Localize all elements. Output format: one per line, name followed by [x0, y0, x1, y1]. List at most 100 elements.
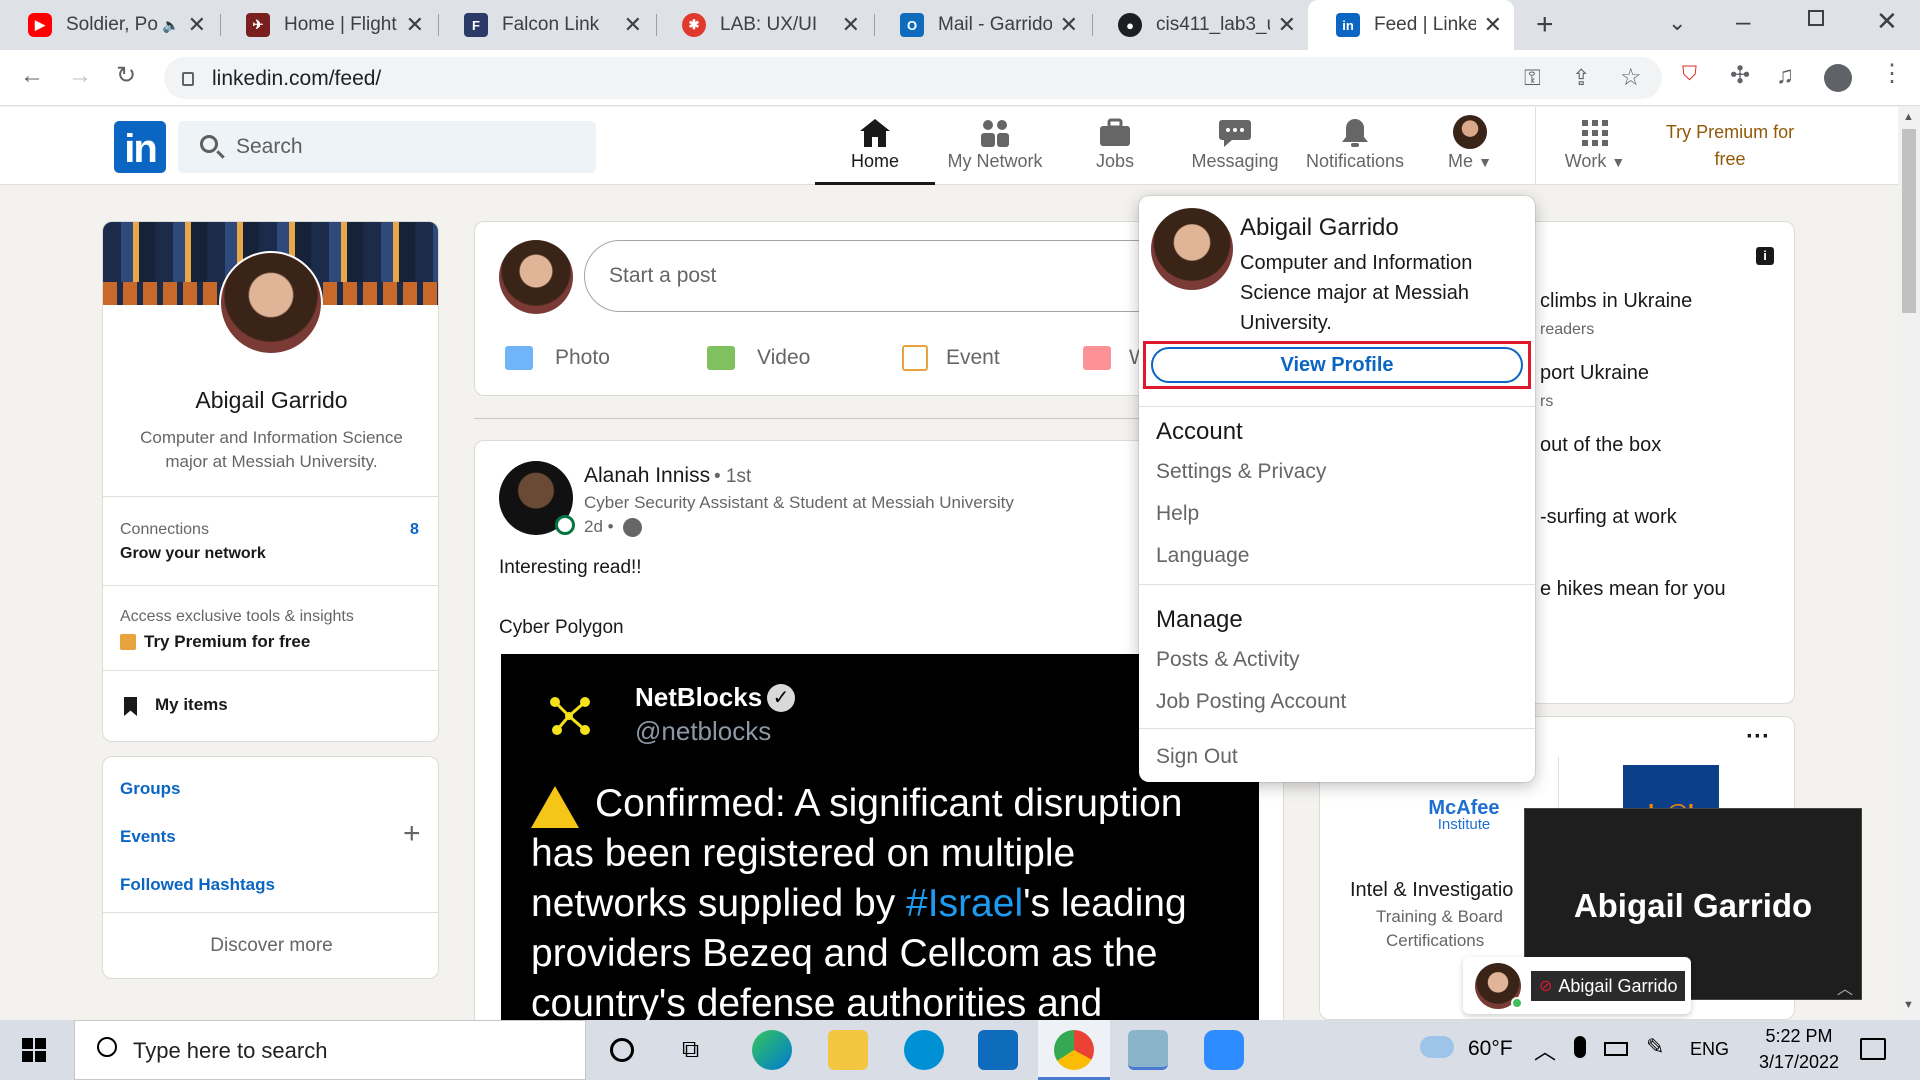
info-icon[interactable]: i — [1756, 247, 1774, 265]
zoom-icon[interactable] — [1204, 1030, 1244, 1070]
collapse-icon[interactable]: ︿ — [1837, 975, 1853, 999]
back-icon[interactable]: ← — [20, 64, 44, 88]
reload-icon[interactable]: ↻ — [116, 64, 136, 88]
mail-icon[interactable] — [978, 1030, 1018, 1070]
linkedin-logo[interactable]: in — [114, 121, 166, 173]
composer-avatar[interactable] — [499, 240, 573, 314]
event-button[interactable]: Event — [902, 338, 1000, 378]
minimize-icon[interactable]: – — [1736, 6, 1750, 37]
nav-my-network[interactable]: My Network — [935, 107, 1055, 185]
posts-activity-link[interactable]: Posts & Activity — [1156, 648, 1300, 672]
dropdown-avatar[interactable] — [1151, 208, 1233, 290]
tray-chevron-icon[interactable]: ︿ — [1534, 1034, 1556, 1066]
tab-search-icon[interactable]: ⌄ — [1668, 10, 1686, 36]
speaker-icon[interactable]: 🔈 — [162, 17, 179, 34]
job-posting-link[interactable]: Job Posting Account — [1156, 690, 1346, 714]
help-link[interactable]: Help — [1156, 502, 1199, 526]
extensions-puzzle-icon[interactable]: ✣ — [1730, 64, 1750, 88]
discover-more-button[interactable]: Discover more — [103, 935, 438, 957]
menu-kebab-icon[interactable]: ⋮ — [1880, 62, 1904, 86]
sign-out-link[interactable]: Sign Out — [1156, 745, 1238, 769]
close-tab-icon[interactable]: ✕ — [406, 12, 424, 38]
new-tab-icon[interactable]: + — [1536, 8, 1554, 42]
weather-temp[interactable]: 60°F — [1468, 1037, 1513, 1061]
more-options-icon[interactable]: ··· — [1746, 723, 1770, 751]
extension-red-icon[interactable]: ⛉ — [1682, 64, 1697, 84]
clock-date[interactable]: 3/17/2022 — [1744, 1052, 1854, 1073]
close-tab-icon[interactable]: ✕ — [624, 12, 642, 38]
cortana-icon[interactable] — [610, 1038, 634, 1062]
app-icon[interactable] — [1128, 1030, 1168, 1070]
file-explorer-icon[interactable] — [828, 1030, 868, 1070]
windows-start-icon[interactable] — [22, 1038, 46, 1062]
tab-mail[interactable]: O Mail - Garrido, ✕ — [872, 0, 1090, 50]
news-item-5[interactable]: e hikes mean for you — [1540, 578, 1726, 601]
task-view-icon[interactable]: ⧉ — [682, 1036, 699, 1064]
edge-icon[interactable] — [752, 1030, 792, 1070]
my-items-row[interactable]: My items — [103, 671, 438, 741]
nav-me[interactable]: Me ▼ — [1415, 107, 1525, 185]
forward-icon[interactable]: → — [68, 64, 92, 88]
address-bar[interactable]: linkedin.com/feed/ ⚿ ⇪ ☆ — [164, 57, 1662, 99]
nav-notifications[interactable]: Notifications — [1295, 107, 1415, 185]
premium-link[interactable]: Try Premium for free — [1660, 119, 1800, 173]
bookmark-star-icon[interactable]: ☆ — [1620, 63, 1642, 92]
weather-icon[interactable] — [1420, 1036, 1454, 1058]
taskbar-search[interactable]: Type here to search — [74, 1020, 586, 1080]
ad-logo[interactable]: McAfee Institute — [1394, 797, 1534, 833]
news-item-4[interactable]: -surfing at work — [1540, 506, 1677, 529]
add-event-icon[interactable]: + — [403, 817, 421, 851]
scroll-thumb[interactable] — [1902, 129, 1916, 313]
meeting-self-view[interactable]: ⊘ Abigail Garrido — [1463, 957, 1691, 1014]
news-item-3[interactable]: out of the box — [1540, 434, 1661, 457]
restore-icon[interactable] — [1808, 10, 1824, 26]
media-icon[interactable]: ♫ — [1776, 64, 1794, 88]
scroll-down-icon[interactable]: ▼ — [1903, 999, 1914, 1011]
photo-button[interactable]: Photo — [505, 338, 610, 378]
post-author-name[interactable]: Alanah Inniss — [584, 464, 710, 488]
search-input[interactable]: Search — [178, 121, 596, 173]
skype-icon[interactable] — [904, 1030, 944, 1070]
settings-privacy-link[interactable]: Settings & Privacy — [1156, 460, 1326, 484]
chrome-icon[interactable] — [1054, 1030, 1094, 1070]
browser-profile-icon[interactable] — [1824, 64, 1852, 92]
language-indicator[interactable]: ENG — [1690, 1039, 1729, 1060]
nav-home[interactable]: Home — [815, 107, 935, 185]
nav-jobs[interactable]: Jobs — [1055, 107, 1175, 185]
nav-work[interactable]: Work ▼ — [1540, 107, 1650, 185]
pen-icon[interactable]: ✎ — [1646, 1034, 1664, 1060]
events-link[interactable]: Events — [120, 827, 176, 847]
hashtags-link[interactable]: Followed Hashtags — [120, 875, 275, 895]
groups-link[interactable]: Groups — [120, 779, 180, 799]
view-profile-button[interactable]: View Profile — [1151, 347, 1523, 383]
close-tab-icon[interactable]: ✕ — [1278, 12, 1296, 38]
notifications-icon[interactable] — [1860, 1038, 1886, 1060]
profile-name[interactable]: Abigail Garrido — [103, 387, 438, 414]
tab-github[interactable]: ● cis411_lab3_ui ✕ — [1090, 0, 1308, 50]
close-tab-icon[interactable]: ✕ — [1484, 12, 1502, 38]
nav-messaging[interactable]: Messaging — [1175, 107, 1295, 185]
profile-avatar[interactable] — [219, 251, 323, 355]
video-button[interactable]: Video — [707, 338, 810, 378]
post-link-title[interactable]: Cyber Polygon — [499, 617, 624, 639]
news-item-1[interactable]: climbs in Ukraine readers — [1540, 290, 1692, 339]
tab-linkedin[interactable]: in Feed | LinkedIn ✕ — [1308, 0, 1514, 50]
key-icon[interactable]: ⚿ — [1524, 65, 1541, 91]
premium-row[interactable]: Access exclusive tools & insights Try Pr… — [103, 586, 438, 670]
close-window-icon[interactable]: ✕ — [1876, 6, 1898, 37]
tab-lab[interactable]: ✱ LAB: UX/UI ✕ — [654, 0, 872, 50]
close-tab-icon[interactable]: ✕ — [842, 12, 860, 38]
tab-flight[interactable]: ✈ Home | Flight F ✕ — [218, 0, 436, 50]
battery-icon[interactable] — [1604, 1042, 1628, 1056]
language-link[interactable]: Language — [1156, 544, 1249, 568]
news-item-2[interactable]: port Ukraine rs — [1540, 362, 1649, 411]
tab-falcon-link[interactable]: F Falcon Link ✕ — [436, 0, 654, 50]
share-icon[interactable]: ⇪ — [1572, 65, 1590, 91]
tab-youtube[interactable]: ▶ Soldier, Po 🔈 ✕ — [0, 0, 218, 50]
connections-row[interactable]: Connections 8 Grow your network — [103, 497, 438, 585]
page-scrollbar[interactable]: ▲ ▼ — [1898, 107, 1920, 1020]
microphone-icon[interactable] — [1574, 1036, 1586, 1058]
close-tab-icon[interactable]: ✕ — [1060, 12, 1078, 38]
clock-time[interactable]: 5:22 PM — [1754, 1026, 1844, 1047]
scroll-up-icon[interactable]: ▲ — [1903, 111, 1914, 123]
